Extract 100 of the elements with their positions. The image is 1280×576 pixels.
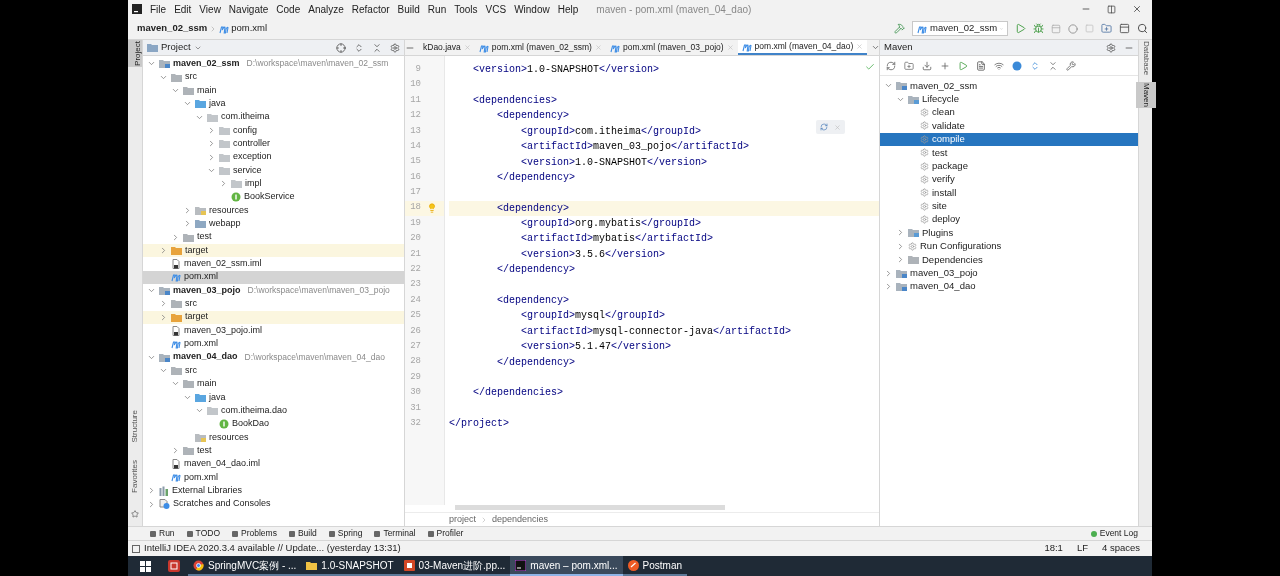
- tree-row[interactable]: com.itheima.dao: [143, 403, 404, 418]
- menu-item[interactable]: Code: [272, 1, 305, 17]
- menu-item[interactable]: Build: [393, 1, 424, 17]
- taskbar-item[interactable]: 03-Maven进阶.pp...: [398, 556, 511, 576]
- search-icon[interactable]: [1137, 23, 1148, 34]
- editor-tab[interactable]: kDao.java: [419, 40, 475, 55]
- tool-window-button[interactable]: Profiler: [427, 527, 464, 540]
- app-icon[interactable]: [168, 560, 180, 572]
- tree-row[interactable]: maven_04_dao D:\workspace\maven\maven_04_dao: [143, 350, 404, 364]
- tree-row[interactable]: Scratches and Consoles: [143, 497, 404, 511]
- menu-item[interactable]: VCS: [481, 1, 511, 17]
- tree-row[interactable]: clean: [880, 105, 1138, 120]
- expand-all-icon[interactable]: [354, 42, 364, 53]
- tree-row[interactable]: src: [143, 363, 404, 378]
- folder-add-icon[interactable]: [904, 60, 914, 71]
- tree-row[interactable]: pom.xml: [143, 270, 404, 284]
- tree-row[interactable]: Plugins: [880, 226, 1138, 240]
- tool-window-button[interactable]: Problems: [232, 527, 277, 540]
- tree-row[interactable]: BookDao: [143, 417, 404, 431]
- tree-row[interactable]: deploy: [880, 212, 1138, 227]
- editor-tab[interactable]: pom.xml (maven_04_dao): [737, 40, 868, 55]
- tree-row[interactable]: java: [143, 390, 404, 404]
- tool-window-button[interactable]: Spring: [328, 527, 363, 540]
- stop-icon[interactable]: [1085, 24, 1094, 33]
- breadcrumb-item[interactable]: maven_02_ssm: [128, 21, 208, 36]
- tree-row[interactable]: maven_04_dao: [880, 279, 1138, 294]
- tree-row[interactable]: com.itheima: [143, 110, 404, 124]
- tool-window-tab[interactable]: Database: [1135, 40, 1156, 77]
- tree-row[interactable]: exception: [143, 150, 404, 164]
- status-item[interactable]: 18:1: [1044, 541, 1063, 556]
- settings-icon[interactable]: [390, 42, 400, 53]
- panel-title[interactable]: Project: [161, 40, 191, 55]
- tree-row[interactable]: service: [143, 163, 404, 178]
- breadcrumb-item[interactable]: pom.xml: [231, 21, 268, 36]
- taskbar-item[interactable]: maven – pom.xml...: [510, 556, 623, 576]
- breadcrumb-item[interactable]: project: [449, 512, 476, 527]
- tree-row[interactable]: config: [143, 123, 404, 138]
- tree-row[interactable]: Lifecycle: [880, 92, 1138, 106]
- menu-item[interactable]: Run: [423, 1, 451, 17]
- breadcrumb-item[interactable]: dependencies: [492, 512, 549, 527]
- tree-row[interactable]: Dependencies: [880, 253, 1138, 267]
- layout-icon[interactable]: [1119, 23, 1130, 34]
- tree-row[interactable]: site: [880, 199, 1138, 213]
- tree-row[interactable]: maven_03_pojo: [880, 266, 1138, 280]
- menu-item[interactable]: Edit: [170, 1, 196, 17]
- tree-row[interactable]: pom.xml: [143, 337, 404, 351]
- wrench-icon[interactable]: [1066, 60, 1076, 71]
- collapse-all-icon[interactable]: [1048, 60, 1058, 71]
- tool-window-tab[interactable]: Structure: [125, 408, 145, 444]
- tree-row[interactable]: resources: [143, 430, 404, 444]
- tool-window-button[interactable]: TODO: [186, 527, 220, 540]
- tool-window-button[interactable]: Build: [288, 527, 317, 540]
- menu-item[interactable]: Help: [553, 1, 583, 17]
- taskbar-item[interactable]: Postman: [622, 556, 688, 576]
- status-item[interactable]: LF: [1076, 541, 1088, 556]
- status-item[interactable]: 4 spaces: [1101, 541, 1140, 556]
- lightbulb-icon[interactable]: [427, 203, 437, 214]
- tree-row[interactable]: target: [143, 310, 404, 324]
- tree-row[interactable]: controller: [143, 137, 404, 151]
- download-icon[interactable]: [922, 60, 932, 71]
- tab-list-icon[interactable]: [871, 43, 881, 52]
- event-log-button[interactable]: Event Log: [1090, 527, 1138, 540]
- restore-icon[interactable]: [1107, 4, 1116, 14]
- run-config-dropdown[interactable]: maven_02_ssm: [912, 21, 1008, 36]
- tree-row[interactable]: maven_02_ssm: [880, 79, 1138, 93]
- hammer-icon[interactable]: [894, 23, 905, 34]
- taskbar-item[interactable]: SpringMVC案例 - ...: [188, 556, 302, 576]
- add-icon[interactable]: [940, 60, 950, 71]
- tool-window-button[interactable]: Run: [150, 527, 175, 540]
- tree-row[interactable]: validate: [880, 119, 1138, 133]
- run-icon[interactable]: [1015, 23, 1026, 34]
- tree-row[interactable]: package: [880, 159, 1138, 173]
- menu-item[interactable]: Window: [510, 1, 554, 17]
- menu-item[interactable]: Analyze: [304, 1, 348, 17]
- status-message[interactable]: IntelliJ IDEA 2020.3.4 available // Update... (yesterday 13:31): [144, 541, 401, 556]
- tree-row[interactable]: impl: [143, 177, 404, 191]
- tree-row[interactable]: test: [880, 145, 1138, 160]
- tool-window-button[interactable]: Terminal: [374, 527, 416, 540]
- tree-row[interactable]: verify: [880, 172, 1138, 187]
- editor-tab[interactable]: pom.xml (maven_03_pojo): [605, 40, 738, 55]
- tree-row[interactable]: src: [143, 297, 404, 311]
- menu-item[interactable]: Tools: [450, 1, 482, 17]
- tree-row[interactable]: target: [143, 243, 404, 258]
- windows-logo-icon[interactable]: [140, 560, 151, 572]
- tree-row[interactable]: install: [880, 186, 1138, 200]
- settings-icon[interactable]: [1106, 42, 1116, 53]
- locate-icon[interactable]: [336, 42, 346, 53]
- tree-row[interactable]: main: [143, 377, 404, 391]
- tree-row[interactable]: java: [143, 97, 404, 111]
- menu-item[interactable]: View: [195, 1, 225, 17]
- tool-window-tab[interactable]: Maven: [1135, 82, 1156, 109]
- tree-row[interactable]: External Libraries: [143, 484, 404, 498]
- tree-row[interactable]: src: [143, 70, 404, 84]
- bug-icon[interactable]: [1033, 23, 1044, 34]
- project-structure-icon[interactable]: [1101, 23, 1112, 34]
- collapse-all-icon[interactable]: [372, 42, 382, 53]
- tree-row[interactable]: test: [143, 443, 404, 458]
- close-icon[interactable]: [1132, 4, 1142, 14]
- tree-row[interactable]: maven_02_ssm.iml: [143, 257, 404, 271]
- tree-row[interactable]: webapp: [143, 217, 404, 231]
